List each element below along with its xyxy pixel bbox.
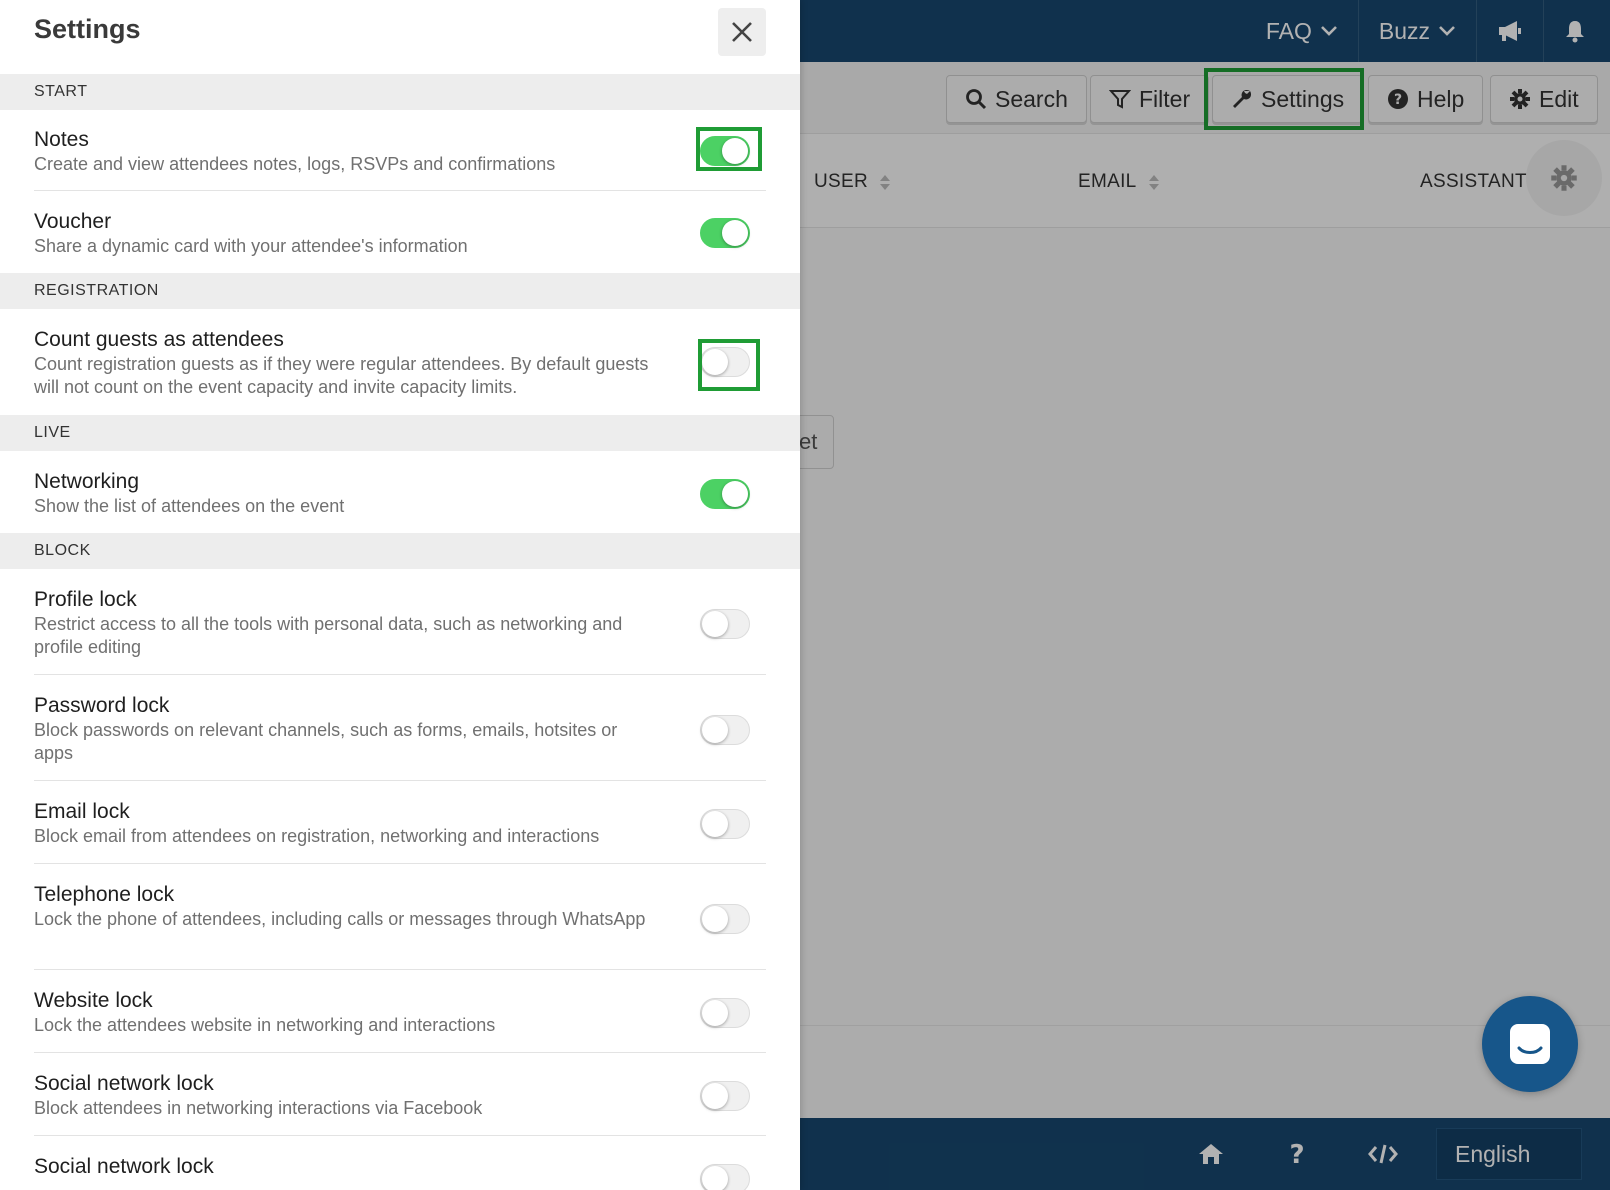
setting-row-email-lock: Email lock Block email from attendees on… xyxy=(0,781,800,864)
setting-description: Restrict access to all the tools with pe… xyxy=(34,614,623,657)
setting-row-website-lock: Website lock Lock the attendees website … xyxy=(0,970,800,1053)
setting-row-telephone-lock: Telephone lock Lock the phone of attende… xyxy=(0,864,800,970)
setting-title: Networking xyxy=(34,470,140,493)
toggle-knob xyxy=(702,1000,728,1026)
setting-title: Social network lock xyxy=(34,1155,214,1178)
toggle-knob xyxy=(722,481,748,507)
section-block: BLOCK xyxy=(0,533,800,569)
toggle-knob xyxy=(702,906,728,932)
setting-row-networking: Networking Show the list of attendees on… xyxy=(0,451,800,533)
notes-toggle-highlight xyxy=(696,127,762,171)
chat-launcher-button[interactable] xyxy=(1482,996,1578,1092)
setting-row-count-guests: Count guests as attendees Count registra… xyxy=(0,309,800,415)
setting-row-password-lock: Password lock Block passwords on relevan… xyxy=(0,675,800,781)
setting-row-social-network-lock-2: Social network lock xyxy=(0,1136,800,1190)
email-lock-toggle[interactable] xyxy=(700,809,750,839)
setting-title: Social network lock xyxy=(34,1072,214,1095)
count-guests-toggle-highlight xyxy=(698,339,760,391)
toggle-knob xyxy=(702,717,728,743)
setting-title: Count guests as attendees xyxy=(34,328,284,351)
setting-description: Block attendees in networking interactio… xyxy=(34,1098,483,1118)
setting-row-notes: Notes Create and view attendees notes, l… xyxy=(0,110,800,191)
setting-description: Count registration guests as if they wer… xyxy=(34,354,649,397)
section-start: START xyxy=(0,74,800,110)
setting-title: Notes xyxy=(34,128,89,151)
setting-row-voucher: Voucher Share a dynamic card with your a… xyxy=(0,191,800,273)
toggle-knob xyxy=(702,1166,728,1190)
close-button[interactable] xyxy=(718,8,766,56)
setting-title: Password lock xyxy=(34,694,170,717)
setting-title: Profile lock xyxy=(34,588,137,611)
voucher-toggle[interactable] xyxy=(700,218,750,248)
setting-description: Lock the attendees website in networking… xyxy=(34,1015,496,1035)
setting-title: Email lock xyxy=(34,800,130,823)
website-lock-toggle[interactable] xyxy=(700,998,750,1028)
chat-icon xyxy=(1510,1024,1550,1064)
toggle-knob xyxy=(722,220,748,246)
section-registration: REGISTRATION xyxy=(0,273,800,309)
setting-title: Voucher xyxy=(34,210,112,233)
setting-row-social-network-lock: Social network lock Block attendees in n… xyxy=(0,1053,800,1136)
setting-description: Block passwords on relevant channels, su… xyxy=(34,720,618,763)
panel-header: Settings xyxy=(0,0,800,74)
telephone-lock-toggle[interactable] xyxy=(700,904,750,934)
profile-lock-toggle[interactable] xyxy=(700,609,750,639)
setting-description: Show the list of attendees on the event xyxy=(34,496,345,516)
settings-panel: Settings START Notes Create and view att… xyxy=(0,0,800,1190)
toggle-knob xyxy=(702,811,728,837)
networking-toggle[interactable] xyxy=(700,479,750,509)
setting-description: Share a dynamic card with your attendee'… xyxy=(34,236,468,256)
setting-description: Block email from attendees on registrati… xyxy=(34,826,600,846)
setting-title: Telephone lock xyxy=(34,883,175,906)
toggle-knob xyxy=(702,611,728,637)
setting-description: Create and view attendees notes, logs, R… xyxy=(34,154,556,174)
setting-title: Website lock xyxy=(34,989,153,1012)
setting-description: Lock the phone of attendees, including c… xyxy=(34,909,646,929)
setting-row-profile-lock: Profile lock Restrict access to all the … xyxy=(0,569,800,675)
close-icon xyxy=(732,22,752,42)
social-network-lock-toggle[interactable] xyxy=(700,1081,750,1111)
panel-title: Settings xyxy=(34,14,141,44)
toggle-knob xyxy=(702,1083,728,1109)
section-live: LIVE xyxy=(0,415,800,451)
social-network-lock-2-toggle[interactable] xyxy=(700,1164,750,1190)
password-lock-toggle[interactable] xyxy=(700,715,750,745)
